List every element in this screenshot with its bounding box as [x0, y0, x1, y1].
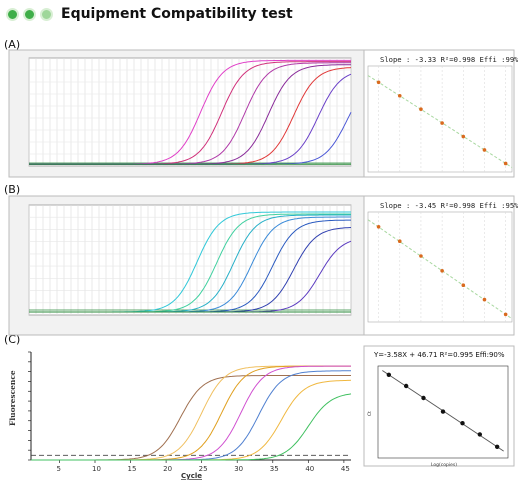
x-tick-label: 35 — [270, 465, 279, 473]
standard-curve-annotation: Slope : -3.45 R²=0.998 Effi :95% — [380, 201, 518, 210]
x-tick-label: 15 — [128, 465, 137, 473]
series-line-3 — [31, 365, 351, 461]
standard-curve-annotation: Y=-3.58X + 46.71 R²=0.995 Effi:90% — [373, 351, 505, 359]
charts-canvas: Slope : -3.33 R²=0.998 Effi :99% Slope : … — [8, 49, 518, 480]
standard-curve-point — [482, 297, 487, 302]
series-line-0 — [31, 375, 351, 461]
x-tick-label: 20 — [163, 465, 172, 473]
series-line-2 — [31, 365, 351, 461]
series-line-4 — [31, 370, 351, 461]
standard-curve-point — [376, 225, 381, 229]
series-line-6 — [31, 393, 352, 461]
standard-curve-point — [440, 269, 444, 273]
x-tick-label: 30 — [234, 465, 243, 473]
x-tick-label: 40 — [305, 465, 314, 473]
x-tick-label: 10 — [92, 465, 101, 473]
standard-curve-y-label: Ct — [367, 411, 373, 416]
standard-curve-point — [419, 254, 423, 258]
standard-curve-point — [419, 107, 423, 112]
y-axis-label: Fluorescence — [8, 370, 17, 426]
standard-curve-plot — [367, 211, 513, 323]
standard-curve-point — [461, 283, 466, 287]
series-line-1 — [31, 365, 351, 461]
standard-curve-point — [440, 409, 446, 414]
standard-curve-point — [477, 432, 483, 437]
series-line-5 — [31, 379, 352, 461]
standard-curve-point — [421, 395, 426, 401]
standard-curve-point — [403, 383, 409, 389]
standard-curve-point — [386, 372, 392, 377]
standard-curve-point — [503, 161, 508, 166]
standard-curve-point — [440, 121, 444, 125]
standard-curve-point — [397, 93, 402, 98]
x-tick-label: 5 — [56, 465, 60, 473]
standard-curve-point — [482, 148, 487, 152]
standard-curve-point — [376, 80, 381, 85]
standard-curve-point — [494, 444, 500, 449]
standard-curve-point — [460, 421, 465, 426]
x-tick-label: 45 — [341, 465, 350, 473]
standard-curve-x-label: Log(copies) — [431, 462, 457, 468]
standard-curve-point — [461, 134, 466, 139]
standard-curve-point — [503, 312, 508, 317]
standard-curve-annotation: Slope : -3.33 R²=0.998 Effi :99% — [380, 55, 518, 64]
x-axis-label: Cycle — [181, 472, 202, 480]
standard-curve-point — [397, 239, 402, 243]
standard-curve-plot — [367, 65, 513, 173]
